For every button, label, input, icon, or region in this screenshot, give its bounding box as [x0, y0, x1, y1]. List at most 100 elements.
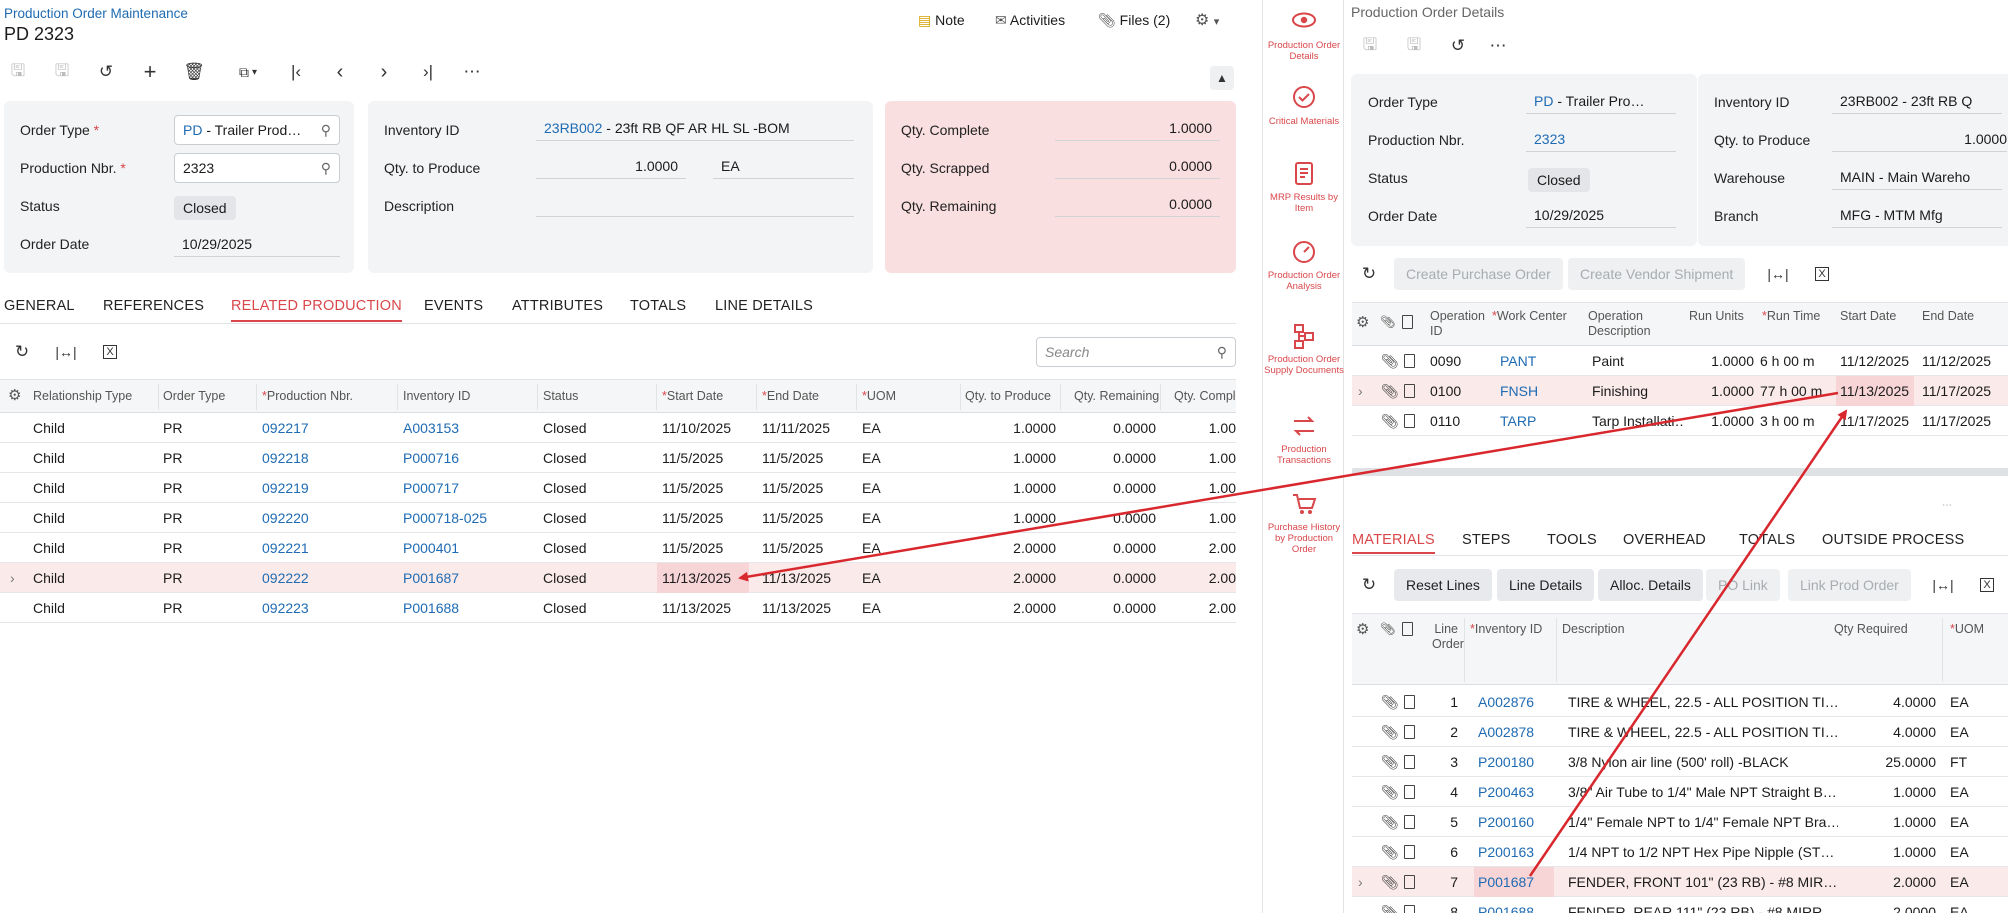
breadcrumb[interactable]: Production Order Maintenance — [4, 6, 188, 21]
sidebar-item-critical-materials[interactable]: Critical Materials — [1263, 84, 1345, 127]
tab-attributes[interactable]: ATTRIBUTES — [512, 298, 603, 314]
document-icon[interactable] — [1404, 414, 1415, 430]
document-icon[interactable] — [1404, 755, 1415, 771]
tab-totals[interactable]: TOTALS — [1739, 532, 1795, 548]
fit-columns-icon[interactable]: |↔| — [1929, 571, 1957, 599]
cell-inventory-id[interactable]: P200160 — [1478, 807, 1558, 837]
sidebar-item-purchase-history[interactable]: Purchase History by Production Order — [1263, 490, 1345, 555]
table-row[interactable]: Child PR 092220 P000718-025 Closed 11/5/2025 1… — [0, 503, 1236, 533]
po-link-button[interactable]: PO Link — [1706, 569, 1780, 601]
sidebar-item-mrp-results[interactable]: MRP Results by Item — [1263, 160, 1345, 214]
col-operation-description[interactable]: Operation Description — [1588, 309, 1668, 339]
table-row[interactable]: 📎︎ 0090 PANT Paint 1.0000 6 h 00 m 11/12/2025 1… — [1352, 346, 2008, 376]
attachment-icon[interactable]: 📎︎ — [1381, 687, 1399, 717]
col-relationship-type[interactable]: Relationship Type — [33, 389, 132, 404]
table-row[interactable]: › 📎︎ 0100 FNSH Finishing 1.0000 77 h 00 m 11/13… — [1352, 376, 2008, 406]
tab-steps[interactable]: STEPS — [1462, 532, 1511, 548]
inventory-id-field[interactable]: 23RB002 - 23ft RB QF AR HL SL -BOM — [536, 117, 854, 141]
save-close-icon[interactable]: 🖫︎ — [4, 58, 32, 86]
cell-inventory-id[interactable]: P001687 — [403, 563, 533, 593]
table-row[interactable]: › 📎︎ 7 P001687 FENDER, FRONT 101" (23 RB) - … — [1352, 867, 2008, 897]
fit-columns-icon[interactable]: |↔| — [52, 338, 80, 366]
last-record-icon[interactable]: ›| — [414, 58, 442, 86]
cell-production-nbr[interactable]: 092218 — [262, 443, 392, 473]
attachment-icon[interactable]: 📎︎ — [1381, 777, 1399, 807]
horizontal-scrollbar[interactable] — [1352, 468, 2008, 476]
add-icon[interactable]: + — [136, 58, 164, 86]
cell-production-nbr[interactable]: 092223 — [262, 593, 392, 623]
attachment-icon[interactable]: 📎︎ — [1381, 717, 1399, 747]
chevron-right-icon[interactable]: › — [1358, 376, 1363, 406]
search-icon[interactable]: ⚲ — [321, 116, 331, 144]
document-icon[interactable] — [1404, 845, 1415, 861]
cell-inventory-id[interactable]: P000717 — [403, 473, 533, 503]
export-excel-icon[interactable]: X — [96, 338, 124, 366]
document-icon[interactable] — [1404, 815, 1415, 831]
search-icon[interactable]: ⚲ — [321, 154, 331, 182]
cell-production-nbr[interactable]: 092219 — [262, 473, 392, 503]
tab-materials[interactable]: MATERIALS — [1352, 532, 1435, 554]
tab-tools[interactable]: TOOLS — [1547, 532, 1597, 548]
table-row[interactable]: 📎︎ 6 P200163 1/4 NPT to 1/2 NPT Hex Pipe Ni… — [1352, 837, 2008, 867]
cell-production-nbr[interactable]: 092221 — [262, 533, 392, 563]
attachment-icon[interactable]: 📎︎ — [1381, 747, 1399, 777]
qty-to-produce-field[interactable]: 1.0000 — [1832, 128, 2007, 152]
table-row[interactable]: 📎︎ 4 P200463 3/8" Air Tube to 1/4" Male NPT… — [1352, 777, 2008, 807]
create-purchase-order-button[interactable]: Create Purchase Order — [1394, 258, 1563, 290]
tab-general[interactable]: GENERAL — [4, 298, 75, 314]
col-run-time[interactable]: *Run Time — [1762, 309, 1820, 324]
cell-inventory-id[interactable]: P200463 — [1478, 777, 1558, 807]
more-icon[interactable]: ⋯ — [458, 58, 486, 86]
table-row[interactable]: 📎︎ 5 P200160 1/4" Female NPT to 1/4" Female… — [1352, 807, 2008, 837]
export-excel-icon[interactable]: X — [1973, 571, 2001, 599]
settings-menu-button[interactable]: ⚙ ▾ — [1195, 10, 1219, 30]
export-excel-icon[interactable]: X — [1808, 260, 1836, 288]
col-start-date[interactable]: Start Date — [1840, 309, 1896, 324]
branch-field[interactable]: MFG - MTM Mfg — [1832, 204, 2002, 228]
attachment-icon[interactable]: 📎︎ — [1381, 837, 1399, 867]
activities-button[interactable]: ✉ Activities — [995, 12, 1065, 29]
table-row[interactable]: Child PR 092219 P000717 Closed 11/5/2025 11/5/… — [0, 473, 1236, 503]
line-details-button[interactable]: Line Details — [1497, 569, 1595, 601]
document-icon[interactable] — [1404, 695, 1415, 711]
tab-line-details[interactable]: LINE DETAILS — [715, 298, 813, 314]
cell-inventory-id[interactable]: P000716 — [403, 443, 533, 473]
cell-production-nbr[interactable]: 092222 — [262, 563, 392, 593]
cell-work-center[interactable]: FNSH — [1500, 376, 1580, 406]
production-nbr-field[interactable]: 2323 — [1526, 128, 1676, 152]
save-icon[interactable]: 🖫︎ — [48, 58, 76, 86]
tab-references[interactable]: REFERENCES — [103, 298, 204, 314]
sidebar-item-supply-documents[interactable]: Production Order Supply Documents — [1263, 322, 1345, 376]
fit-columns-icon[interactable]: |↔| — [1764, 260, 1792, 288]
tab-events[interactable]: EVENTS — [424, 298, 483, 314]
cell-inventory-id[interactable]: A003153 — [403, 413, 533, 443]
tab-totals[interactable]: TOTALS — [630, 298, 686, 314]
col-operation-id[interactable]: Operation ID — [1430, 309, 1490, 339]
create-vendor-shipment-button[interactable]: Create Vendor Shipment — [1568, 258, 1746, 290]
cell-inventory-id[interactable]: P001688 — [1478, 897, 1558, 913]
col-line-order[interactable]: Line Order — [1432, 622, 1464, 652]
col-start-date[interactable]: *Start Date — [662, 389, 723, 404]
col-work-center[interactable]: *Work Center — [1492, 309, 1567, 324]
copy-paste-icon[interactable]: ⧉ ▾ — [228, 58, 268, 86]
cell-inventory-id[interactable]: P001688 — [403, 593, 533, 623]
refresh-icon[interactable]: ↻ — [8, 338, 36, 366]
attachment-icon[interactable]: 📎︎ — [1381, 867, 1399, 897]
table-row[interactable]: 📎︎ 0110 TARP Tarp Installati… 1.0000 3 h 00 m… — [1352, 406, 2008, 436]
col-status[interactable]: Status — [543, 389, 578, 404]
table-row[interactable]: › Child PR 092222 P001687 Closed 11/13/2025 11/… — [0, 563, 1236, 593]
chevron-right-icon[interactable]: › — [1358, 867, 1363, 897]
col-run-units[interactable]: Run Units — [1689, 309, 1744, 324]
cell-inventory-id[interactable]: P000718-025 — [403, 503, 533, 533]
delete-icon[interactable]: 🗑︎ — [180, 58, 208, 86]
table-row[interactable]: 📎︎ 2 A002878 TIRE & WHEEL, 22.5 - ALL POSIT… — [1352, 717, 2008, 747]
cell-inventory-id[interactable]: P200180 — [1478, 747, 1558, 777]
col-inventory-id[interactable]: Inventory ID — [403, 389, 470, 404]
col-production-nbr[interactable]: *Production Nbr. — [262, 389, 353, 404]
save-icon[interactable]: 🖫︎ — [1400, 32, 1428, 60]
splitter-handle[interactable]: ⋯ — [1942, 500, 1952, 511]
sidebar-item-production-transactions[interactable]: Production Transactions — [1263, 412, 1345, 466]
document-icon[interactable] — [1404, 785, 1415, 801]
undo-icon[interactable]: ↺ — [1444, 32, 1472, 60]
grid-settings-icon[interactable]: ⚙ — [8, 388, 21, 403]
